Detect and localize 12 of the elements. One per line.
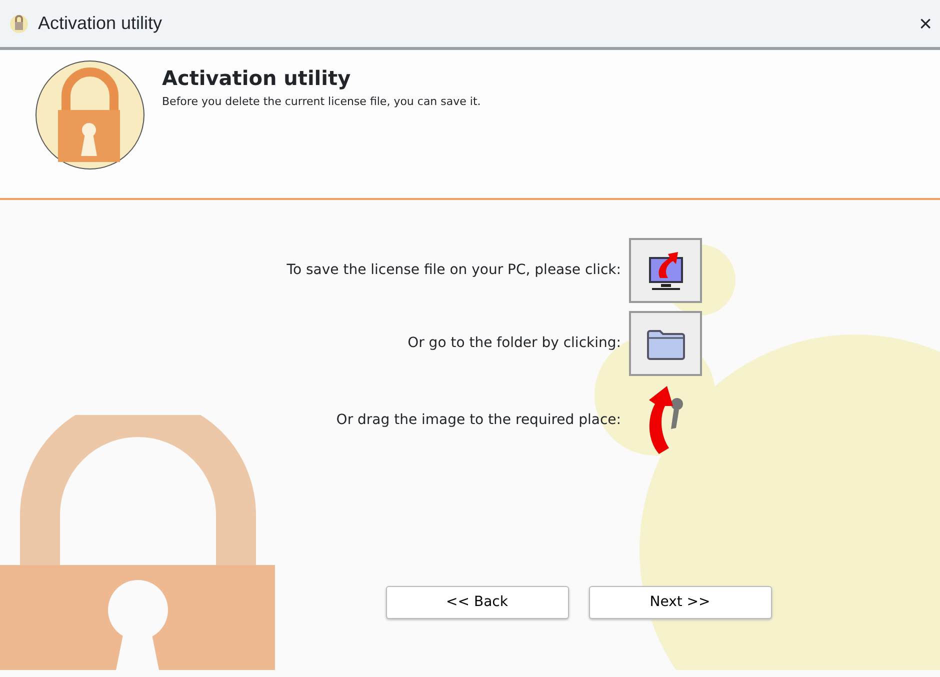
header-subtitle: Before you delete the current license file, you can save it. [162,94,481,110]
header-title: Activation utility [162,66,352,90]
action-label: Or drag the image to the required place: [336,410,621,430]
app-icon [8,12,30,34]
save-file-button[interactable] [629,238,702,303]
open-folder-button[interactable] [629,311,702,376]
action-label: Or go to the folder by clicking: [408,334,621,353]
close-button[interactable]: × [919,12,932,34]
window-title: Activation utility [38,12,162,35]
next-button[interactable]: Next >> [588,586,772,619]
action-label: To save the license file on your PC, please click: [286,261,621,280]
back-button[interactable]: << Back [386,586,568,619]
